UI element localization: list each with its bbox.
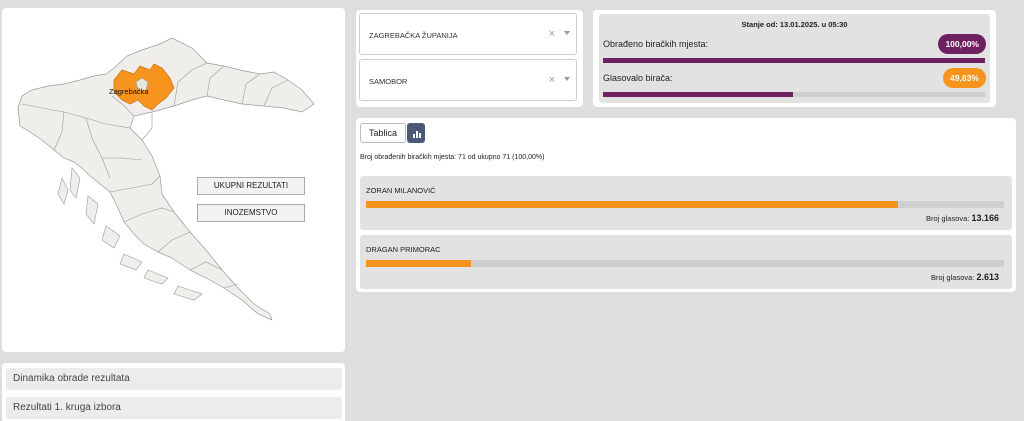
candidate-progress-bar	[366, 260, 1004, 267]
county-select[interactable]: ZAGREBAČKA ŽUPANIJA ×	[359, 13, 577, 55]
results-summary: Broj obrađenih biračkih mjesta: 71 od uk…	[360, 154, 545, 161]
map-highlight-label: Zagrebačka	[109, 87, 149, 96]
chevron-down-icon[interactable]	[564, 31, 570, 35]
status-panel: Stanje od: 13.01.2025. u 05:30 Obrađeno …	[593, 10, 996, 107]
abroad-button[interactable]: INOZEMSTVO	[197, 204, 305, 222]
county-select-value: ZAGREBAČKA ŽUPANIJA	[369, 31, 458, 40]
candidate-progress-fill	[366, 260, 472, 267]
votes-label: Broj glasova:	[926, 214, 970, 223]
candidate-votes: Broj glasova: 13.166	[926, 213, 999, 223]
city-select[interactable]: SAMOBOR ×	[359, 59, 577, 101]
candidate-progress-bar	[366, 201, 1004, 208]
votes-count: 13.166	[971, 213, 999, 223]
candidate-name: DRAGAN PRIMORAC	[366, 245, 441, 254]
status-timestamp: Stanje od: 13.01.2025. u 05:30	[741, 20, 848, 29]
turnout-label: Glasovalo birača:	[603, 73, 673, 83]
candidate-name: ZORAN MILANOVIĆ	[366, 186, 436, 195]
bar-chart-icon[interactable]	[407, 123, 425, 143]
accordion-panel: Dinamika obrade rezultata Rezultati 1. k…	[2, 363, 345, 421]
clear-county-icon[interactable]: ×	[549, 28, 555, 40]
filter-panel: ZAGREBAČKA ŽUPANIJA × SAMOBOR ×	[356, 10, 583, 107]
accordion-item-first-round-results[interactable]: Rezultati 1. kruga izbora	[6, 397, 342, 419]
results-panel: Tablica Broj obrađenih biračkih mjesta: …	[356, 118, 1016, 292]
chevron-down-icon[interactable]	[564, 77, 570, 81]
processed-badge: 100,00%	[938, 34, 986, 54]
processed-progress-bar	[603, 58, 985, 63]
city-select-value: SAMOBOR	[369, 77, 408, 86]
candidate-progress-fill	[366, 201, 899, 208]
total-results-button[interactable]: UKUPNI REZULTATI	[197, 177, 305, 195]
turnout-progress-fill	[603, 92, 793, 97]
candidate-row: ZORAN MILANOVIĆ Broj glasova: 13.166	[360, 176, 1012, 230]
tab-table[interactable]: Tablica	[360, 123, 406, 143]
status-box: Stanje od: 13.01.2025. u 05:30 Obrađeno …	[599, 14, 990, 103]
turnout-progress-bar	[603, 92, 985, 97]
clear-city-icon[interactable]: ×	[549, 74, 555, 86]
votes-label: Broj glasova:	[931, 273, 975, 282]
accordion-item-processing-dynamics[interactable]: Dinamika obrade rezultata	[6, 368, 342, 390]
turnout-badge: 49,63%	[943, 68, 986, 88]
processed-progress-fill	[603, 58, 985, 63]
candidate-votes: Broj glasova: 2.613	[931, 272, 999, 282]
candidate-row: DRAGAN PRIMORAC Broj glasova: 2.613	[360, 235, 1012, 289]
processed-label: Obrađeno biračkih mjesta:	[603, 39, 709, 49]
map-panel: Zagrebačka UKUPNI REZULTATI INOZEMSTVO	[2, 8, 345, 352]
votes-count: 2.613	[976, 272, 999, 282]
